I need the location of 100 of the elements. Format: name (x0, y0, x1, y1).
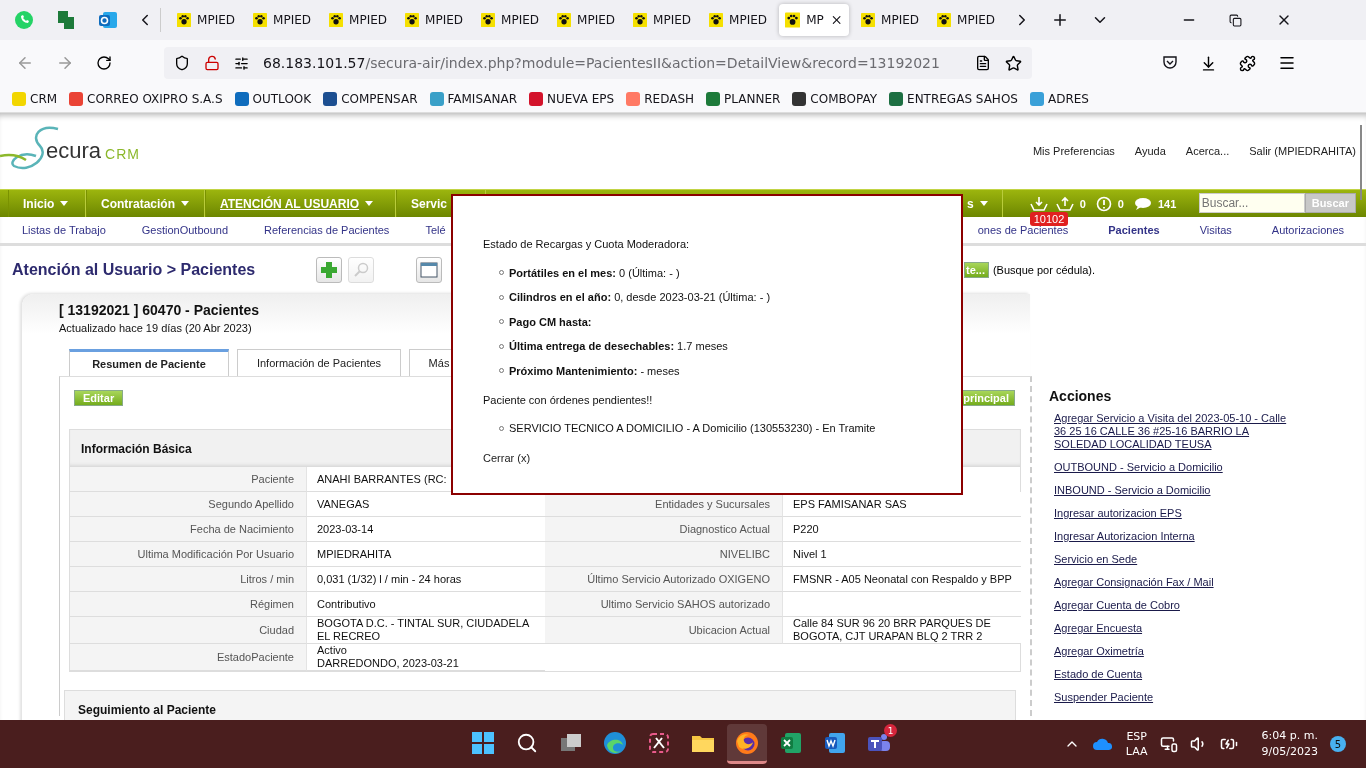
bookmark[interactable]: ADRES (1029, 92, 1089, 106)
scissors-icon[interactable] (648, 731, 670, 754)
action-link[interactable]: INBOUND - Servicio a Domicilio (1054, 484, 1294, 497)
status-item: Próximo Mantenimiento: - meses (509, 364, 680, 377)
submenu-link[interactable]: GestionOutbound (141, 224, 228, 236)
browser-tab[interactable]: MPIED (627, 4, 697, 36)
record-tab[interactable]: Información de Pacientes (237, 349, 401, 376)
header-link[interactable]: Mis Preferencias (1032, 145, 1115, 157)
bookmark-star-icon[interactable] (1005, 54, 1022, 72)
paw-icon (633, 12, 648, 28)
submenu-link[interactable]: Pacientes (1108, 224, 1160, 236)
action-link[interactable]: Agregar Encuesta (1054, 622, 1294, 635)
action-link[interactable]: Ingresar Autorizacion Interna (1054, 530, 1294, 543)
field-label: Último Servicio Autorizado OXIGENO (545, 567, 783, 592)
alert-icon[interactable] (1095, 195, 1112, 212)
address-field[interactable]: 68.183.101.57/secura-air/index.php?module=PacientesII&action=DetailView&record=13192021 (164, 47, 1032, 79)
bookmark[interactable]: OUTLOOK (234, 92, 312, 106)
popup-heading: Estado de Recargas y Cuota Moderadora: (483, 238, 691, 250)
bookmark[interactable]: CORREO OXIPRO S.A.S (69, 92, 223, 106)
lock-icon (204, 55, 220, 71)
menu-icon[interactable] (1278, 54, 1296, 72)
download-icon[interactable] (1200, 54, 1217, 72)
notification-badge[interactable]: 5 (1330, 736, 1346, 752)
search-field[interactable]: Buscar... (1198, 193, 1305, 213)
browser-tab[interactable]: MPIED (399, 4, 469, 36)
paw-icon (861, 12, 876, 28)
bookmark[interactable]: COMBOPAY (792, 92, 878, 106)
bookmark[interactable]: ENTREGAS SAHOS (889, 92, 1018, 106)
spreadsheet-icon[interactable] (780, 731, 802, 754)
field-label: Fecha de Nacimiento (70, 517, 307, 542)
browser-tab[interactable]: MPIED (323, 4, 393, 36)
back-icon[interactable] (16, 54, 34, 72)
task-view-icon[interactable] (560, 732, 582, 753)
action-link[interactable]: Agregar Servicio a Visita del 2023-05-10 - Calle 36 25 16 CALLE 36 #25-16 BARRIO LA SOLEDAD LOCALIDAD TEUSA (1054, 412, 1294, 451)
submenu-link[interactable]: ones de Pacientes (977, 224, 1069, 236)
action-link[interactable]: Suspender Paciente (1054, 691, 1294, 704)
search-icon[interactable] (516, 731, 538, 754)
header-link[interactable]: Ayuda (1134, 145, 1166, 157)
calendar-icon[interactable] (416, 257, 442, 283)
new-tab-icon[interactable] (1051, 11, 1069, 29)
close-link[interactable]: Cerrar (x) (483, 452, 531, 464)
edge-icon[interactable] (603, 730, 627, 755)
forward-icon[interactable] (56, 54, 74, 72)
network-icon[interactable] (1159, 735, 1178, 753)
clock[interactable]: 6:04 p. m. 9/05/2023 (1261, 728, 1318, 760)
search-hint: (Busque por cédula). (992, 264, 1096, 276)
windows-icon[interactable] (472, 731, 494, 754)
bookmark[interactable]: FAMISANAR (429, 92, 517, 106)
caret-icon (181, 201, 189, 206)
actions-title: Acciones (1049, 388, 1113, 404)
logo-suffix: CRM (105, 145, 140, 162)
pending-title: Paciente con órdenes pendientes!! (483, 393, 654, 406)
extensions-icon[interactable] (1239, 54, 1256, 72)
app-badge: 1 (884, 724, 897, 737)
action-link[interactable]: Agregar Oximetría (1054, 645, 1294, 658)
submenu-link[interactable]: Referencias de Pacientes (264, 224, 390, 236)
submenu-link[interactable]: Visitas (1199, 224, 1232, 236)
record-tab[interactable]: Resumen de Paciente (69, 349, 229, 376)
firefox-icon[interactable] (735, 730, 759, 755)
bookmark[interactable]: COMPENSAR (323, 92, 418, 106)
inbox-icon[interactable] (1029, 195, 1048, 212)
submenu-link[interactable]: Listas de Trabajo (22, 224, 106, 236)
browser-tab[interactable]: MPIED (171, 4, 241, 36)
header-link[interactable]: Acerca... (1185, 145, 1230, 157)
reader-icon[interactable] (975, 55, 991, 71)
add-icon[interactable] (316, 257, 342, 283)
taskbar-app[interactable]: 1 (859, 724, 899, 764)
pocket-icon[interactable] (1162, 55, 1178, 71)
action-link[interactable]: Agregar Cuenta de Cobro (1054, 599, 1294, 612)
bookmark[interactable]: REDASH (626, 92, 695, 106)
submenu-link[interactable]: Autorizaciones (1271, 224, 1344, 236)
bookmark[interactable]: NUEVA EPS (529, 92, 615, 106)
status-item: Última entrega de desechables: 1.7 meses (509, 340, 728, 353)
action-link[interactable]: Agregar Consignación Fax / Mail (1054, 576, 1294, 589)
browser-tab[interactable]: MP (779, 4, 849, 36)
document-icon[interactable] (824, 731, 846, 754)
action-link[interactable]: Ingresar autorizacion EPS (1054, 507, 1294, 520)
header-link[interactable]: Salir (MPIEDRAHITA) (1249, 145, 1356, 157)
cloud-icon[interactable] (1091, 737, 1114, 751)
browser-tab[interactable]: MPIED (931, 4, 1001, 36)
bookmark[interactable]: CRM (12, 92, 58, 106)
reload-icon[interactable] (96, 55, 112, 71)
bookmark[interactable]: PLANNER (706, 92, 781, 106)
browser-tab[interactable]: MPIED (475, 4, 545, 36)
scrollbar-thumb[interactable] (1360, 125, 1362, 200)
browser-tab[interactable]: MPIED (551, 4, 621, 36)
action-link[interactable]: Servicio en Sede (1054, 553, 1294, 566)
outbox-icon[interactable] (1055, 195, 1074, 212)
browser-tab[interactable]: MPIED (247, 4, 317, 36)
shield-icon (174, 55, 190, 71)
field-value: Nivel 1 (783, 542, 1021, 567)
action-link[interactable]: Estado de Cuenta (1054, 668, 1294, 681)
language-indicator[interactable]: ESP LAA (1125, 729, 1148, 759)
chat-icon[interactable] (1133, 196, 1152, 211)
field-value: FMSNR - A05 Neonatal con Respaldo y BPP (783, 567, 1021, 592)
browser-tab[interactable]: MPIED (855, 4, 925, 36)
action-link[interactable]: OUTBOUND - Servicio a Domicilio (1054, 461, 1294, 474)
browser-tab[interactable]: MPIED (703, 4, 773, 36)
restore-icon[interactable] (1229, 13, 1242, 27)
submenu-link[interactable]: Telé (425, 224, 446, 236)
